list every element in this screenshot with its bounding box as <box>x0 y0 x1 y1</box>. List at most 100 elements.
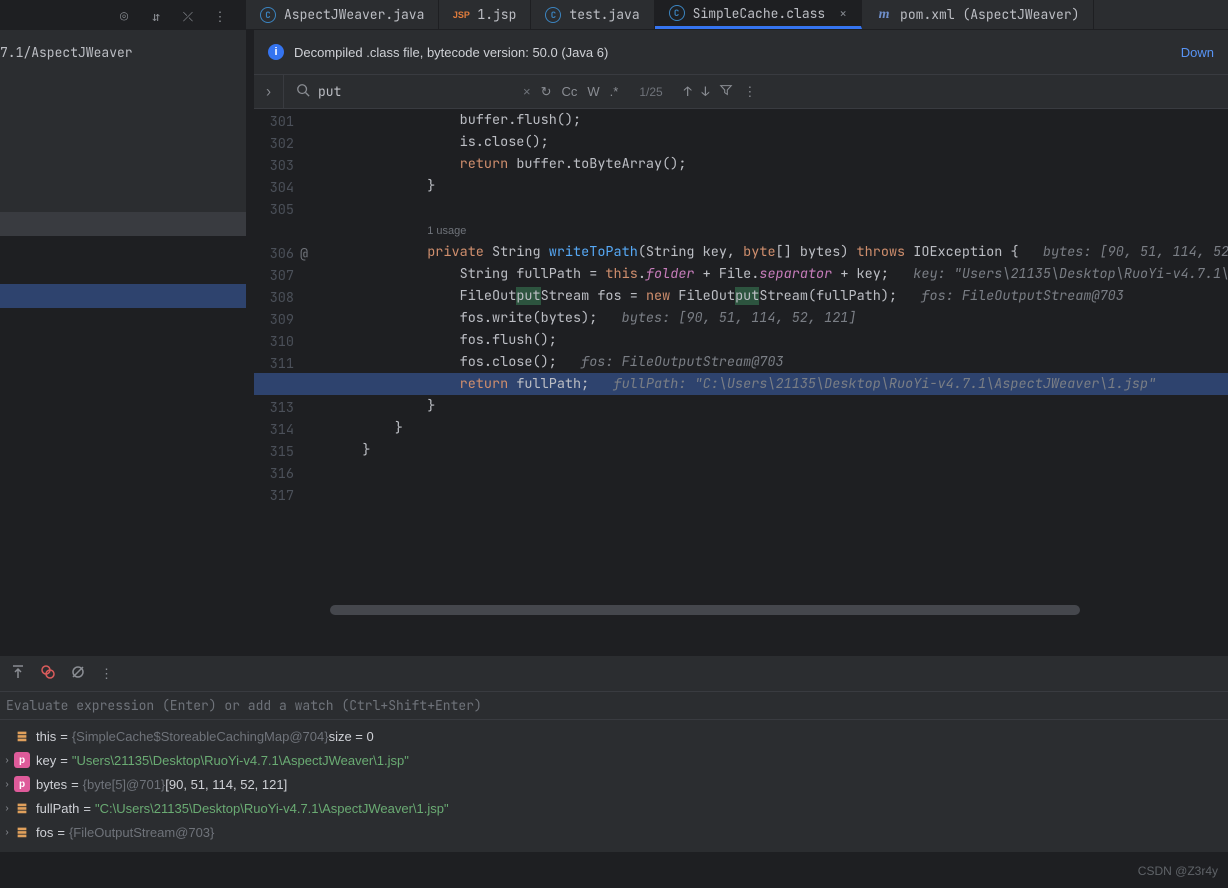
sort-icon[interactable]: ⇵ <box>147 7 165 25</box>
words-toggle[interactable]: W <box>587 84 599 99</box>
info-banner: i Decompiled .class file, bytecode versi… <box>254 30 1228 75</box>
banner-message: Decompiled .class file, bytecode version… <box>294 45 608 60</box>
object-badge-icon <box>14 824 30 840</box>
collapse-icon[interactable]: ⤫ <box>179 7 197 25</box>
locate-icon[interactable]: ◎ <box>115 7 133 25</box>
watermark: CSDN @Z3r4y <box>1138 864 1218 878</box>
clear-icon[interactable]: × <box>523 84 531 99</box>
step-out-icon[interactable] <box>10 664 26 684</box>
regex-toggle[interactable]: .* <box>610 84 619 99</box>
tab-simplecache[interactable]: C SimpleCache.class × <box>655 0 862 29</box>
filter-icon[interactable] <box>719 83 733 101</box>
variable-row[interactable]: ›pkey = "Users\21135\Desktop\RuoYi-v4.7.… <box>0 748 1228 772</box>
variable-value-array: [90, 51, 114, 52, 121] <box>165 777 287 792</box>
param-badge-icon: p <box>14 776 30 792</box>
tab-1jsp[interactable]: JSP 1.jsp <box>439 0 531 29</box>
project-sidebar: 7.1/AspectJWeaver <box>0 30 246 233</box>
variable-name: fos <box>36 825 53 840</box>
tab-aspectjweaver[interactable]: C AspectJWeaver.java <box>246 0 439 29</box>
line-number: 316 <box>254 463 300 485</box>
view-breakpoints-icon[interactable] <box>70 664 86 684</box>
jsp-icon: JSP <box>453 7 469 23</box>
search-input[interactable] <box>318 83 518 100</box>
variable-row[interactable]: ›pbytes = {byte[5]@701} [90, 51, 114, 52… <box>0 772 1228 796</box>
tree-row-selected[interactable] <box>0 212 246 236</box>
param-badge-icon: p <box>14 752 30 768</box>
more-icon[interactable]: ⋮ <box>100 665 113 682</box>
variable-row[interactable]: ›fos = {FileOutputStream@703} <box>0 820 1228 844</box>
variable-value-dim: {SimpleCache$StoreableCachingMap@704} <box>72 729 329 744</box>
debug-panel: ⋮ Evaluate expression (Enter) or add a w… <box>0 656 1228 852</box>
variable-value-dim: {FileOutputStream@703} <box>69 825 214 840</box>
line-number: 306 <box>254 243 300 265</box>
code-line[interactable]: } <box>330 417 1228 439</box>
line-number: 309 <box>254 309 300 331</box>
variable-row[interactable]: this = {SimpleCache$StoreableCachingMap@… <box>0 724 1228 748</box>
code-line[interactable]: FileOutputStream fos = new FileOutputStr… <box>330 285 1228 307</box>
find-bar: › × ↻ Cc W .* 1/25 ↑ ↓ ⋮ <box>254 75 1228 109</box>
more-icon[interactable]: ⋮ <box>743 83 756 100</box>
gutter-markers: @ <box>300 109 330 617</box>
equals-label: = <box>71 777 79 792</box>
tab-label: pom.xml (AspectJWeaver) <box>900 6 1079 23</box>
code-line[interactable]: is.close(); <box>330 131 1228 153</box>
match-case-toggle[interactable]: Cc <box>562 84 578 99</box>
tab-label: AspectJWeaver.java <box>284 6 424 23</box>
object-badge-icon <box>14 800 30 816</box>
tab-label: SimpleCache.class <box>693 5 826 22</box>
chevron-right-icon[interactable]: › <box>0 803 14 814</box>
code-line[interactable] <box>330 197 1228 219</box>
code-line[interactable]: private String writeToPath(String key, b… <box>330 241 1228 263</box>
line-number: 303 <box>254 155 300 177</box>
variable-value-string: "Users\21135\Desktop\RuoYi-v4.7.1\Aspect… <box>72 753 409 768</box>
tab-test[interactable]: C test.java <box>531 0 654 29</box>
variable-name: this <box>36 729 56 744</box>
object-badge-icon <box>14 728 30 744</box>
more-icon[interactable]: ⋮ <box>211 7 229 25</box>
code-line[interactable]: } <box>330 439 1228 461</box>
tab-label: test.java <box>569 6 639 23</box>
horizontal-scrollbar[interactable] <box>330 605 1080 615</box>
line-number: 317 <box>254 485 300 507</box>
tab-label: 1.jsp <box>477 6 516 23</box>
code-line[interactable]: return fullPath; fullPath: "C:\Users\211… <box>254 373 1228 395</box>
next-match-icon[interactable]: ↓ <box>702 83 710 100</box>
tab-pom[interactable]: m pom.xml (AspectJWeaver) <box>862 0 1094 29</box>
variable-name: fullPath <box>36 801 79 816</box>
code-line[interactable]: String fullPath = this.folder + File.sep… <box>330 263 1228 285</box>
code-line[interactable]: fos.close(); fos: FileOutputStream@703 <box>330 351 1228 373</box>
code-line[interactable]: fos.write(bytes); bytes: [90, 51, 114, 5… <box>330 307 1228 329</box>
mute-breakpoints-icon[interactable] <box>40 664 56 684</box>
equals-label: = <box>83 801 91 816</box>
code-line[interactable]: 1 usage <box>330 219 1228 241</box>
override-marker-icon[interactable]: @ <box>300 243 308 265</box>
prev-match-icon[interactable]: ↑ <box>684 83 692 100</box>
code-line[interactable]: } <box>330 395 1228 417</box>
chevron-right-icon[interactable]: › <box>0 827 14 838</box>
class-icon: C <box>669 5 685 21</box>
code-line[interactable] <box>330 461 1228 483</box>
chevron-right-icon[interactable]: › <box>0 755 14 766</box>
line-number: 308 <box>254 287 300 309</box>
code-line[interactable]: buffer.flush(); <box>330 109 1228 131</box>
new-search-icon[interactable]: ↻ <box>541 84 552 100</box>
toolbar-icons: ◎ ⇵ ⤫ ⋮ — <box>115 4 261 28</box>
tree-row-highlight[interactable] <box>0 284 246 308</box>
expand-replace-icon[interactable]: › <box>254 75 284 108</box>
code-line[interactable]: return buffer.toByteArray(); <box>330 153 1228 175</box>
variables-list: this = {SimpleCache$StoreableCachingMap@… <box>0 720 1228 848</box>
close-icon[interactable]: × <box>839 5 847 22</box>
line-number: 311 <box>254 353 300 375</box>
variable-row[interactable]: ›fullPath = "C:\Users\21135\Desktop\RuoY… <box>0 796 1228 820</box>
code-area[interactable]: buffer.flush(); is.close(); return buffe… <box>330 109 1228 617</box>
line-number: 314 <box>254 419 300 441</box>
download-sources-link[interactable]: Down <box>1181 45 1214 60</box>
evaluate-prompt[interactable]: Evaluate expression (Enter) or add a wat… <box>0 692 1228 720</box>
line-number: 302 <box>254 133 300 155</box>
code-line[interactable]: fos.flush(); <box>330 329 1228 351</box>
editor[interactable]: 3013023033043053063073083093103113123133… <box>254 109 1228 617</box>
code-line[interactable]: } <box>330 175 1228 197</box>
chevron-right-icon[interactable]: › <box>0 779 14 790</box>
info-icon: i <box>268 44 284 60</box>
line-number: 305 <box>254 199 300 221</box>
